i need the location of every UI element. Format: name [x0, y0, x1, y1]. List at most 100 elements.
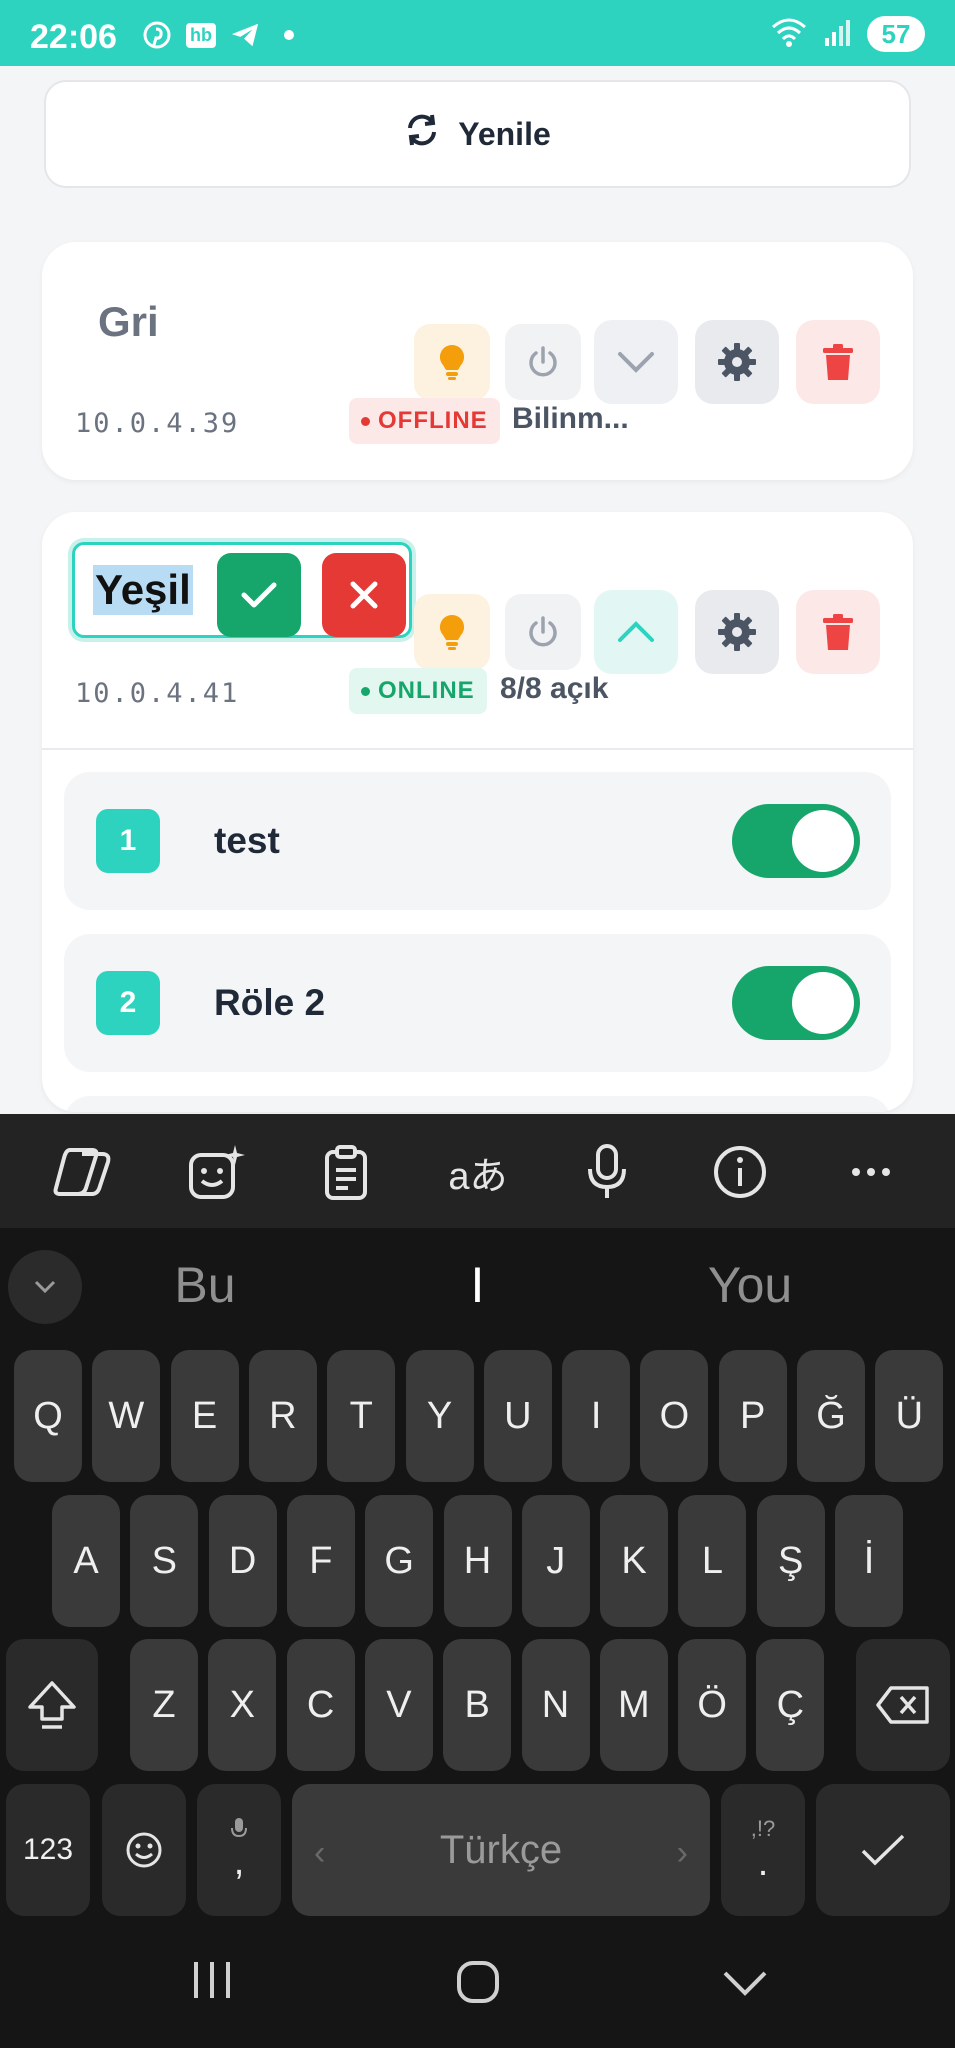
info-icon[interactable]: [709, 1142, 771, 1202]
suggestion[interactable]: I: [400, 1256, 555, 1314]
collapse-button[interactable]: [594, 590, 678, 674]
gear-icon: [718, 343, 756, 381]
device-status-text: 8/8 açık: [500, 672, 609, 705]
key[interactable]: J: [521, 1495, 590, 1627]
emoji-key[interactable]: [102, 1784, 186, 1916]
key[interactable]: E: [170, 1350, 239, 1482]
signal-icon: [823, 18, 853, 51]
space-key[interactable]: ‹ Türkçe ›: [292, 1784, 710, 1916]
key[interactable]: L: [678, 1495, 747, 1627]
numbers-key[interactable]: 123: [6, 1784, 90, 1916]
pinterest-icon: [142, 20, 172, 50]
status-bar: 22:06 hb 57: [0, 0, 955, 66]
period-key[interactable]: ,!? .: [721, 1784, 805, 1916]
confirm-rename-button[interactable]: [217, 553, 301, 637]
bulb-button[interactable]: [414, 594, 490, 670]
settings-button[interactable]: [695, 320, 779, 404]
backspace-key[interactable]: [856, 1639, 950, 1771]
comma-key[interactable]: ,: [197, 1784, 281, 1916]
key[interactable]: Ş: [756, 1495, 825, 1627]
key[interactable]: B: [443, 1639, 512, 1771]
relay-toggle[interactable]: [732, 966, 860, 1040]
suggestion[interactable]: Bu: [130, 1256, 280, 1314]
power-icon: [529, 616, 557, 647]
key[interactable]: U: [483, 1350, 552, 1482]
key[interactable]: V: [364, 1639, 433, 1771]
device-name[interactable]: Gri: [98, 298, 159, 346]
back-button[interactable]: [722, 1970, 768, 1996]
key[interactable]: C: [286, 1639, 355, 1771]
collapse-keyboard-button[interactable]: [8, 1250, 82, 1324]
key[interactable]: G: [365, 1495, 434, 1627]
cancel-rename-button[interactable]: [322, 553, 406, 637]
hb-icon: hb: [186, 22, 216, 48]
device-card: Yeşil 10.0.4.41 ONLINE 8/8 açık 1 test 2…: [42, 512, 913, 1112]
status-badge-label: ONLINE: [378, 677, 475, 704]
recents-button[interactable]: [190, 1960, 234, 2000]
chevron-up-icon: [618, 621, 654, 642]
key[interactable]: P: [718, 1350, 787, 1482]
key[interactable]: Ç: [756, 1639, 825, 1771]
divider: [42, 748, 913, 750]
translate-icon[interactable]: aあ: [447, 1142, 509, 1202]
power-button[interactable]: [505, 324, 581, 400]
key[interactable]: Z: [130, 1639, 198, 1771]
key[interactable]: Y: [405, 1350, 474, 1482]
relay-label: Röle 2: [214, 982, 326, 1023]
expand-button[interactable]: [594, 320, 678, 404]
key[interactable]: Q: [14, 1350, 82, 1482]
wifi-icon: [769, 17, 809, 52]
power-button[interactable]: [505, 594, 581, 670]
delete-button[interactable]: [796, 320, 880, 404]
key[interactable]: W: [92, 1350, 161, 1482]
key[interactable]: O: [640, 1350, 709, 1482]
check-icon: [861, 1834, 905, 1866]
sticker-ai-icon[interactable]: [186, 1142, 248, 1202]
microphone-icon[interactable]: [576, 1142, 638, 1202]
key[interactable]: X: [208, 1639, 277, 1771]
chevron-down-icon: [618, 352, 654, 373]
notification-icons: hb: [142, 20, 304, 50]
comma-label: ,: [233, 1840, 245, 1883]
key[interactable]: R: [248, 1350, 317, 1482]
rename-input[interactable]: Yeşil: [93, 565, 193, 615]
battery-indicator: 57: [867, 16, 925, 52]
relay-toggle[interactable]: [732, 804, 860, 878]
arrow-left-icon: ‹: [314, 1834, 326, 1872]
key[interactable]: N: [521, 1639, 590, 1771]
key[interactable]: İ: [835, 1495, 903, 1627]
home-button[interactable]: [456, 1960, 500, 2004]
key[interactable]: S: [130, 1495, 199, 1627]
device-status-text: Bilinm...: [512, 402, 629, 435]
key[interactable]: M: [599, 1639, 668, 1771]
key[interactable]: F: [286, 1495, 355, 1627]
more-icon[interactable]: [840, 1142, 902, 1202]
key[interactable]: Ö: [678, 1639, 747, 1771]
key[interactable]: Ğ: [797, 1350, 865, 1482]
key[interactable]: I: [562, 1350, 631, 1482]
key[interactable]: H: [443, 1495, 512, 1627]
key[interactable]: A: [52, 1495, 120, 1627]
arrow-right-icon: ›: [676, 1834, 688, 1872]
copilot-icon[interactable]: [52, 1142, 114, 1202]
refresh-button[interactable]: Yenile: [44, 80, 911, 188]
bulb-button[interactable]: [414, 324, 490, 400]
suggestion[interactable]: You: [670, 1256, 830, 1314]
key[interactable]: K: [600, 1495, 669, 1627]
recents-icon: [194, 1962, 230, 1998]
relay-number: 2: [96, 971, 160, 1035]
toggle-knob: [792, 810, 854, 872]
delete-button[interactable]: [796, 590, 880, 674]
microphone-icon: [231, 1817, 247, 1837]
key[interactable]: Ü: [875, 1350, 944, 1482]
device-ip: 10.0.4.41: [75, 678, 240, 709]
backspace-icon: [876, 1686, 929, 1724]
settings-button[interactable]: [695, 590, 779, 674]
enter-key[interactable]: [816, 1784, 950, 1916]
shift-key[interactable]: [6, 1639, 98, 1771]
clipboard-icon[interactable]: [315, 1142, 377, 1202]
key[interactable]: T: [327, 1350, 396, 1482]
relay-number: 1: [96, 809, 160, 873]
system-icons: 57: [769, 16, 925, 52]
key[interactable]: D: [208, 1495, 277, 1627]
